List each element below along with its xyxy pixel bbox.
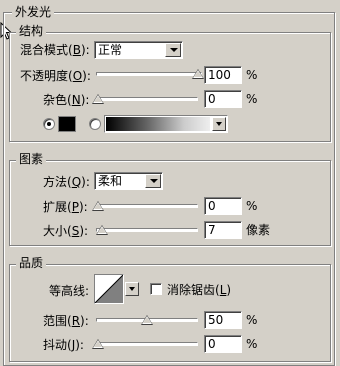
size-label: 大小(S):	[43, 224, 89, 238]
elements-title: 图素	[16, 152, 47, 166]
jitter-input[interactable]: 0	[204, 335, 242, 353]
opacity-unit: %	[246, 68, 258, 82]
noise-unit: %	[246, 92, 258, 106]
jitter-unit: %	[246, 337, 258, 351]
jitter-slider-track[interactable]	[96, 342, 198, 346]
jitter-label: 抖动(J):	[43, 338, 84, 352]
solid-color-radio[interactable]	[43, 118, 55, 130]
size-unit: 像素	[246, 223, 271, 237]
spread-slider-thumb[interactable]	[93, 202, 103, 210]
noise-input[interactable]: 0	[204, 90, 242, 108]
chevron-down-icon[interactable]	[165, 43, 181, 57]
gradient-preview	[106, 117, 210, 131]
chevron-down-icon[interactable]	[212, 117, 226, 131]
size-slider-thumb[interactable]	[97, 226, 107, 234]
anti-alias-checkbox[interactable]	[150, 283, 162, 295]
spread-label: 扩展(P):	[43, 200, 88, 214]
technique-label: 方法(Q):	[43, 175, 90, 189]
gradient-picker[interactable]	[104, 115, 228, 133]
glow-color-swatch[interactable]	[58, 116, 76, 132]
blend-mode-label: 混合模式(B):	[20, 43, 90, 57]
technique-value: 柔和	[98, 174, 123, 188]
noise-slider-track[interactable]	[96, 97, 198, 101]
range-input[interactable]: 50	[204, 311, 242, 329]
spread-slider-track[interactable]	[96, 204, 198, 208]
contour-linear-icon	[95, 275, 123, 303]
spread-input[interactable]: 0	[204, 197, 242, 215]
anti-alias-label[interactable]: 消除锯齿(L)	[167, 283, 231, 297]
noise-label: 杂色(N):	[43, 93, 90, 107]
structure-title: 结构	[16, 24, 47, 38]
noise-slider-thumb[interactable]	[93, 95, 103, 103]
chevron-down-icon[interactable]	[125, 282, 139, 296]
size-input[interactable]: 7	[204, 221, 242, 239]
range-slider-thumb[interactable]	[142, 316, 152, 324]
jitter-slider-thumb[interactable]	[93, 340, 103, 348]
range-unit: %	[246, 313, 258, 327]
chevron-down-icon[interactable]	[145, 174, 161, 188]
range-label: 范围(R):	[43, 314, 89, 328]
opacity-slider-thumb[interactable]	[193, 70, 203, 78]
quality-title: 品质	[16, 256, 47, 270]
opacity-slider-track[interactable]	[96, 72, 202, 76]
contour-label: 等高线:	[49, 284, 90, 298]
technique-select[interactable]: 柔和	[94, 172, 163, 190]
spread-unit: %	[246, 199, 258, 213]
contour-preview	[94, 274, 124, 304]
outer-glow-title: 外发光	[12, 5, 55, 19]
opacity-label: 不透明度(O):	[20, 69, 91, 83]
opacity-input[interactable]: 100	[204, 66, 242, 84]
size-slider-track[interactable]	[96, 228, 198, 232]
blend-mode-value: 正常	[98, 43, 123, 57]
contour-picker[interactable]	[94, 274, 140, 304]
blend-mode-select[interactable]: 正常	[94, 41, 183, 59]
gradient-radio[interactable]	[89, 118, 101, 130]
